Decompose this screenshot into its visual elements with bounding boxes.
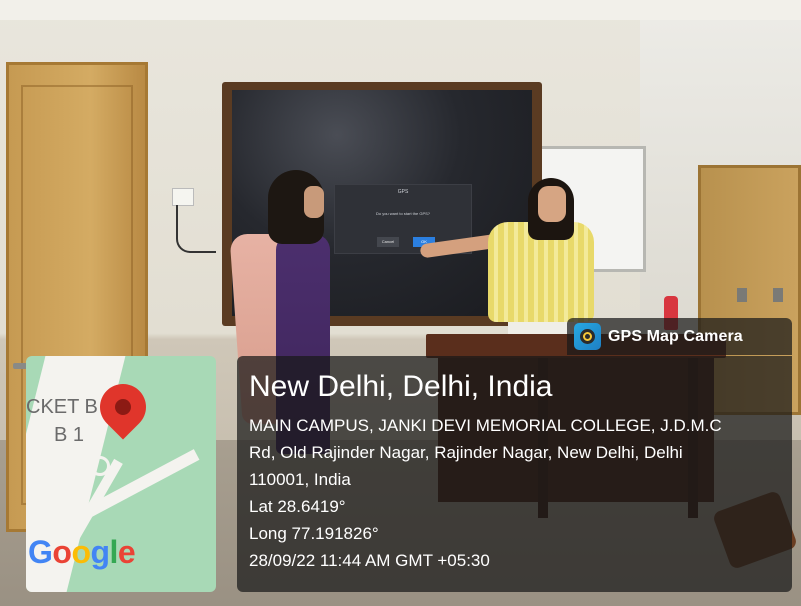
location-info-panel: New Delhi, Delhi, India MAIN CAMPUS, JAN…	[237, 356, 792, 592]
person-right-face	[538, 186, 566, 222]
brand-name: GPS Map Camera	[608, 327, 743, 345]
address-line: Rd, Old Rajinder Nagar, Rajinder Nagar, …	[249, 443, 683, 462]
map-pin-core	[111, 395, 135, 419]
lens-center	[585, 334, 590, 339]
address-line: MAIN CAMPUS, JANKI DEVI MEMORIAL COLLEGE…	[249, 416, 722, 435]
map-label: B 1	[54, 424, 85, 446]
map-thumbnail: CKET B B 1 Google	[26, 356, 216, 592]
door-lock	[773, 288, 783, 302]
map-label: CKET B	[26, 396, 98, 418]
address-line: 110001, India	[249, 470, 351, 489]
door-lock	[737, 288, 747, 302]
google-logo: Google	[28, 534, 136, 571]
gps-map-camera-icon	[574, 323, 601, 350]
dialog-cancel-button[interactable]: Cancel	[377, 237, 399, 247]
dialog-message: Do you want to start the GPS?	[375, 211, 431, 216]
google-letter: o	[71, 534, 91, 570]
google-letter: e	[117, 534, 136, 570]
map-roundabout	[90, 456, 110, 476]
timestamp: 28/09/22 11:44 AM GMT +05:30	[249, 551, 490, 570]
google-letter: o	[52, 534, 72, 570]
gps-camera-brand-tag: GPS Map Camera	[567, 318, 792, 355]
power-cable	[176, 205, 216, 253]
location-title: New Delhi, Delhi, India	[249, 370, 553, 403]
wall-socket	[172, 188, 194, 206]
google-letter: g	[90, 534, 110, 570]
latitude: Lat 28.6419°	[249, 497, 346, 516]
google-letter: l	[109, 534, 119, 570]
ceiling	[0, 0, 801, 20]
person-left-face	[304, 186, 324, 218]
longitude: Long 77.191826°	[249, 524, 379, 543]
dialog-title: GPS	[397, 189, 409, 195]
google-letter: G	[28, 534, 53, 570]
